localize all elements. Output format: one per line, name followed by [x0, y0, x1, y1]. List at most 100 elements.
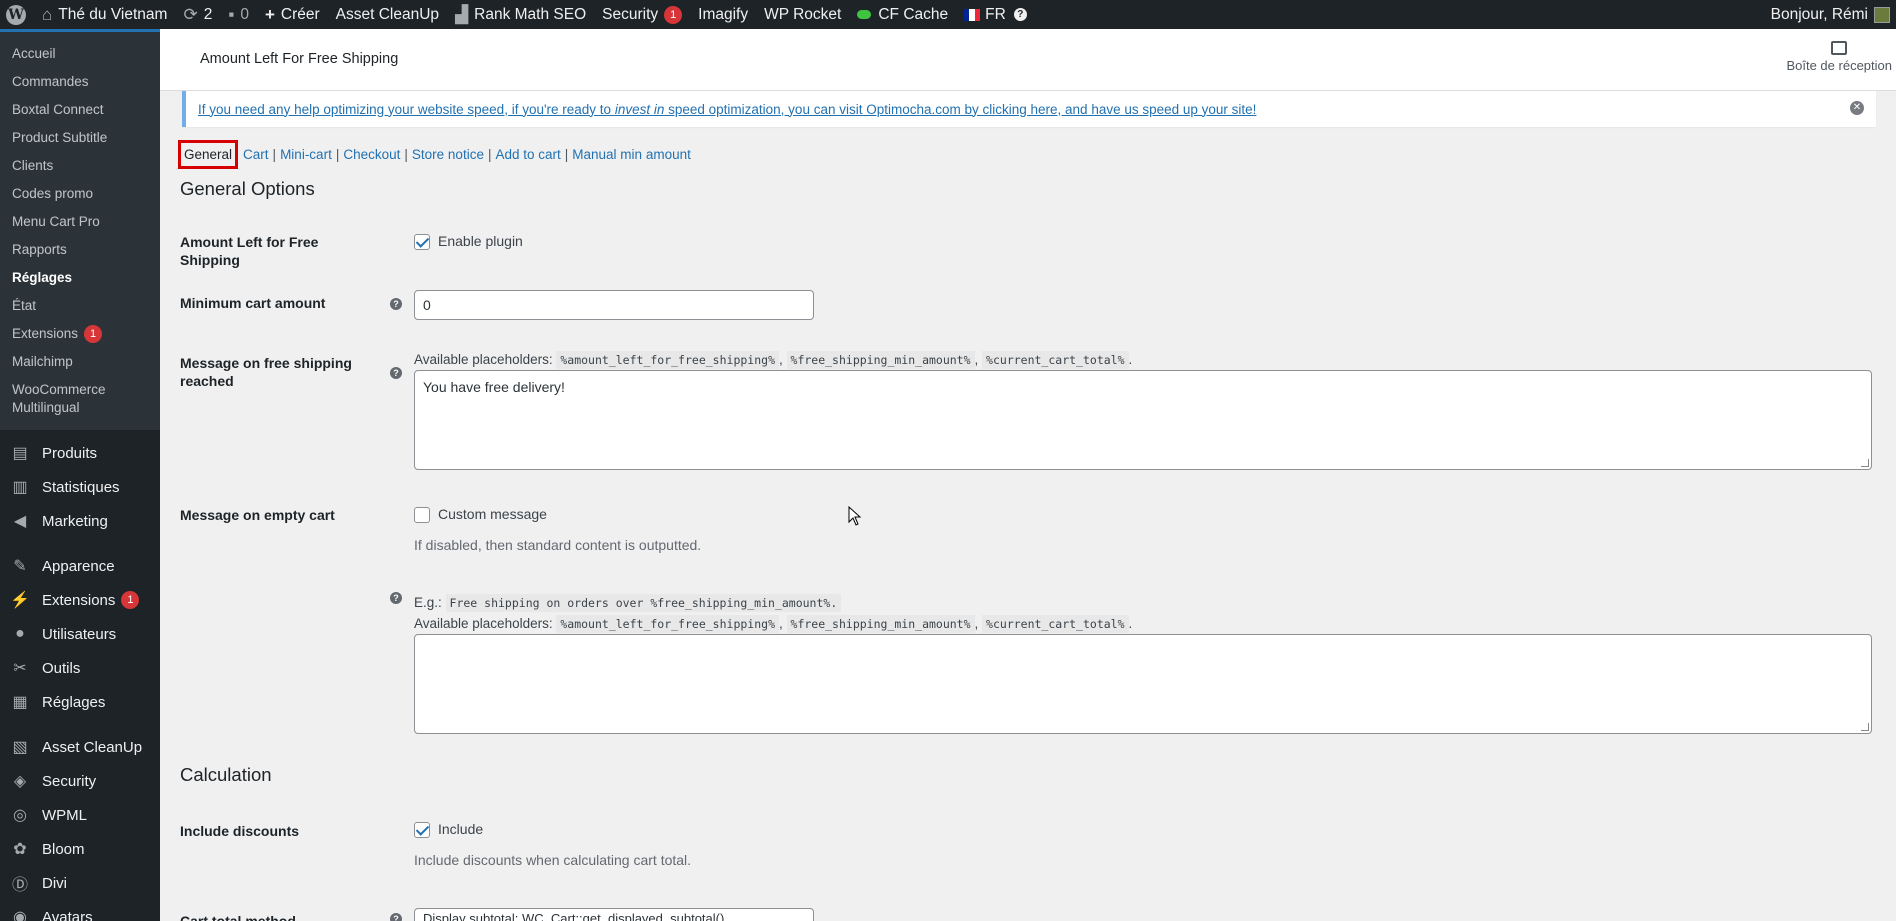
submenu-item-extensions[interactable]: Extensions 1	[0, 320, 160, 348]
notice-text: If you need any help optimizing your web…	[198, 101, 615, 117]
plugin-icon: ⚡	[10, 592, 30, 609]
include-discounts-label: Include discounts	[180, 823, 300, 839]
empty-cart-label: Message on empty cart	[180, 507, 335, 523]
greeting: Bonjour, Rémi	[1770, 5, 1868, 23]
enable-plugin-checkbox[interactable]	[414, 234, 430, 251]
include-discounts-checkbox[interactable]	[414, 822, 430, 839]
msg-reached-textarea[interactable]: You have free delivery!	[414, 370, 1872, 470]
help-icon[interactable]: ?	[1013, 8, 1027, 21]
placeholders-line: Available placeholders: %amount_left_for…	[414, 615, 1133, 633]
dismiss-icon[interactable]: ✕	[1850, 101, 1864, 115]
menu-item-utilisateurs[interactable]: ● Utilisateurs	[0, 617, 160, 651]
submenu-item-product-subtitle[interactable]: Product Subtitle	[0, 124, 160, 152]
menu-item-wpml[interactable]: ◎ WPML	[0, 798, 160, 832]
submenu-item-clients[interactable]: Clients	[0, 152, 160, 180]
menu-item-divi[interactable]: Ⓓ Divi	[0, 866, 160, 900]
site-name-menu[interactable]: ⌂ Thé du Vietnam	[34, 0, 175, 29]
submenu-item-menu-cart-pro[interactable]: Menu Cart Pro	[0, 208, 160, 236]
menu-item-marketing[interactable]: ◀ Marketing	[0, 504, 160, 538]
updates-menu[interactable]: ⟳ 2	[175, 0, 220, 29]
menu-item-extensions[interactable]: ⚡ Extensions 1	[0, 583, 160, 617]
placeholder-code: %current_cart_total%	[982, 615, 1129, 633]
empty-cart-textarea[interactable]	[414, 634, 1872, 734]
language-menu[interactable]: FR ?	[956, 0, 1035, 29]
placeholder-code: %current_cart_total%	[982, 351, 1129, 369]
menu-item-produits[interactable]: ▤ Produits	[0, 436, 160, 470]
tab-manual-min-amount[interactable]: Manual min amount	[570, 147, 693, 162]
tab-checkout[interactable]: Checkout	[341, 147, 402, 162]
help-icon[interactable]: ?	[390, 298, 402, 310]
french-flag-icon	[964, 8, 981, 21]
menu-label: WPML	[42, 806, 87, 824]
menu-item-bloom[interactable]: ✿ Bloom	[0, 832, 160, 866]
menu-item-apparence[interactable]: ✎ Apparence	[0, 549, 160, 583]
update-icon: ⟳	[183, 5, 198, 24]
updates-count: 2	[203, 5, 213, 23]
menu-item-security[interactable]: ◈ Security	[0, 764, 160, 798]
help-icon[interactable]: ?	[390, 913, 402, 921]
submenu-item-mailchimp[interactable]: Mailchimp	[0, 348, 160, 376]
my-account-menu[interactable]: Bonjour, Rémi	[1763, 0, 1896, 29]
settings-icon: ▦	[12, 694, 28, 711]
tab-mini-cart[interactable]: Mini-cart	[278, 147, 334, 162]
admin-bar: W ⌂ Thé du Vietnam ⟳ 2 ▪ 0 + Créer Asset…	[0, 0, 1896, 29]
submenu-item-wc-multilingual[interactable]: WooCommerce Multilingual	[0, 376, 160, 422]
general-options-title: General Options	[180, 178, 315, 199]
inbox-button[interactable]: Boîte de réception	[1786, 41, 1892, 73]
comment-icon: ▪	[228, 5, 235, 24]
asset-cleanup-menu[interactable]: Asset CleanUp	[328, 0, 447, 29]
cart-total-method-label: Cart total method	[180, 913, 296, 921]
resize-grip-icon[interactable]	[1861, 723, 1869, 731]
wp-rocket-menu[interactable]: WP Rocket	[756, 0, 849, 29]
min-cart-input[interactable]: 0	[414, 290, 814, 320]
menu-item-statistiques[interactable]: ▥ Statistiques	[0, 470, 160, 504]
page-title: Amount Left For Free Shipping	[200, 51, 399, 67]
notice-link[interactable]: If you need any help optimizing your web…	[198, 102, 1256, 117]
help-icon[interactable]: ?	[390, 367, 402, 379]
custom-message-checkbox[interactable]	[414, 507, 430, 524]
page-header: Amount Left For Free Shipping Boîte de r…	[160, 29, 1896, 91]
submenu-item-codes-promo[interactable]: Codes promo	[0, 180, 160, 208]
security-menu[interactable]: Security 1	[594, 0, 690, 29]
menu-item-outils[interactable]: ✂ Outils	[0, 651, 160, 685]
inbox-label: Boîte de réception	[1786, 58, 1892, 73]
placeholder-code: %amount_left_for_free_shipping%	[556, 351, 779, 369]
menu-item-avatars[interactable]: ◉ Avatars	[0, 900, 160, 921]
new-label: Créer	[280, 5, 320, 23]
tab-general[interactable]: General	[178, 140, 239, 169]
wp-logo-menu[interactable]: W	[0, 0, 34, 29]
menu-item-reglages[interactable]: ▦ Réglages	[0, 685, 160, 719]
submenu-label: Codes promo	[12, 186, 94, 201]
comments-count: 0	[240, 5, 249, 23]
enable-plugin-field: Enable plugin	[414, 233, 523, 251]
include-label: Include	[438, 821, 484, 837]
msg-reached-value: You have free delivery!	[423, 379, 565, 395]
resize-grip-icon[interactable]	[1861, 459, 1869, 467]
rank-math-menu[interactable]: ▟ Rank Math SEO	[447, 0, 594, 29]
submenu-item-reglages[interactable]: Réglages	[0, 264, 160, 292]
new-content-menu[interactable]: + Créer	[257, 0, 328, 29]
submenu-item-etat[interactable]: État	[0, 292, 160, 320]
imagify-menu[interactable]: Imagify	[690, 0, 756, 29]
custom-message-label: Custom message	[438, 506, 547, 522]
placeholders-line: Available placeholders: %amount_left_for…	[414, 351, 1133, 369]
cf-cache-menu[interactable]: CF Cache	[849, 0, 956, 29]
calculation-title: Calculation	[180, 764, 272, 785]
example-code: Free shipping on orders over %free_shipp…	[445, 594, 842, 612]
tab-separator: |	[335, 147, 340, 162]
bar-chart-icon: ▥	[12, 479, 28, 496]
submenu-item-commandes[interactable]: Commandes	[0, 68, 160, 96]
user-icon: ●	[15, 625, 25, 642]
submenu-item-boxtal[interactable]: Boxtal Connect	[0, 96, 160, 124]
tab-add-to-cart[interactable]: Add to cart	[493, 147, 562, 162]
help-icon[interactable]: ?	[390, 592, 402, 604]
comments-menu[interactable]: ▪ 0	[220, 0, 257, 29]
submenu-item-rapports[interactable]: Rapports	[0, 236, 160, 264]
submenu-item-accueil[interactable]: Accueil	[0, 40, 160, 68]
cart-total-method-select[interactable]: Display subtotal: WC_Cart::get_displayed…	[414, 908, 814, 921]
tab-separator: |	[404, 147, 408, 162]
tab-cart[interactable]: Cart	[241, 147, 271, 162]
menu-item-asset-cleanup[interactable]: ▧ Asset CleanUp	[0, 730, 160, 764]
tab-store-notice[interactable]: Store notice	[410, 147, 486, 162]
submenu-label: Extensions	[12, 326, 79, 341]
